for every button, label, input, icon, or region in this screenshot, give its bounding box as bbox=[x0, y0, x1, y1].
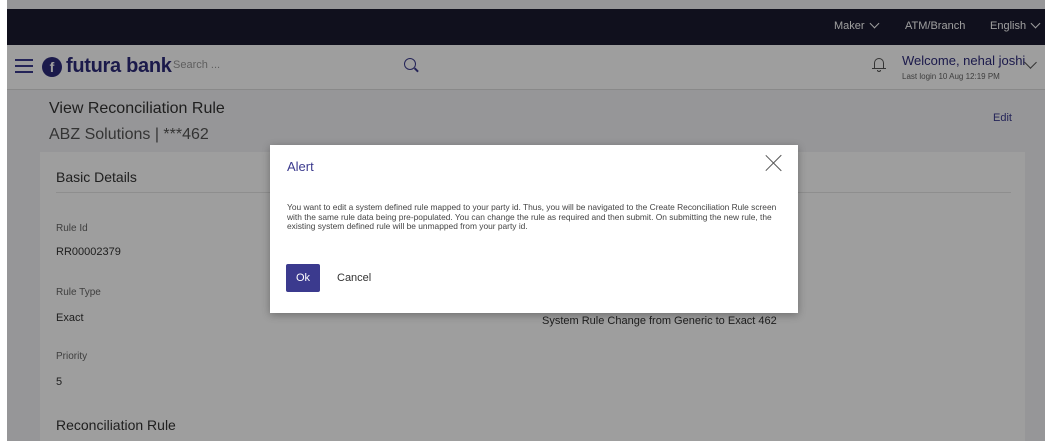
left-margin bbox=[0, 0, 7, 441]
cancel-button[interactable]: Cancel bbox=[337, 264, 371, 292]
dialog-title: Alert bbox=[287, 159, 314, 174]
dialog-message: You want to edit a system defined rule m… bbox=[287, 202, 777, 232]
alert-dialog: Alert You want to edit a system defined … bbox=[270, 145, 798, 313]
app-window: Maker ATM/Branch English f futura bank S… bbox=[0, 0, 1045, 441]
ok-button[interactable]: Ok bbox=[286, 264, 320, 292]
close-icon[interactable] bbox=[764, 153, 784, 173]
